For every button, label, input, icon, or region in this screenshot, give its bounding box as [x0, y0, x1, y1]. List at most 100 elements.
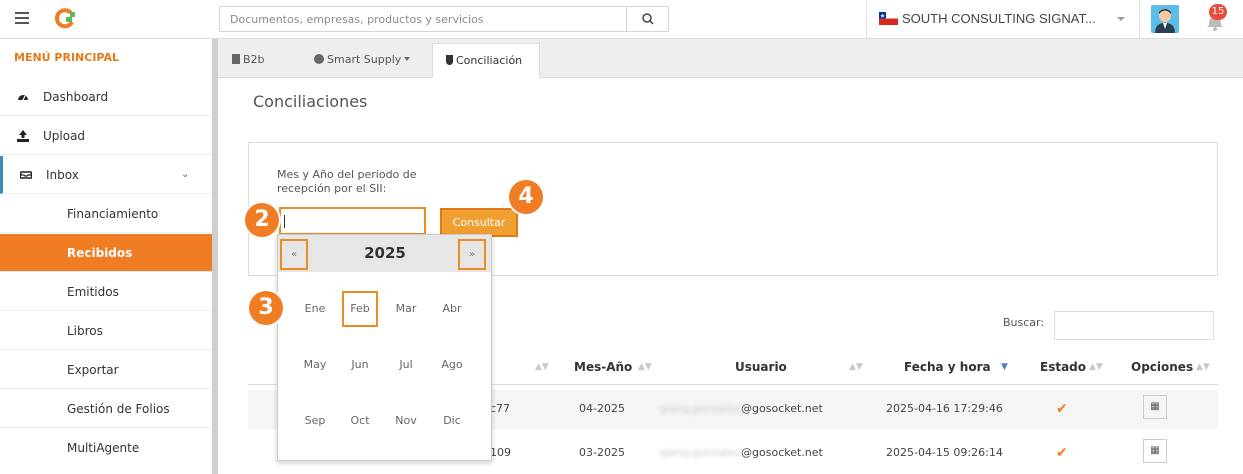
column-header-usuario[interactable]: Usuario: [735, 360, 787, 374]
table-icon: ▦: [1150, 445, 1160, 456]
check-icon: ✔: [1056, 445, 1068, 461]
text-cursor: [284, 215, 285, 228]
tab-bar: B2b Smart Supply Conciliación: [218, 39, 1243, 78]
caret-down-icon: [404, 57, 411, 61]
inbox-icon: [20, 171, 32, 179]
pie-chart-icon: [314, 54, 324, 64]
sort-icon[interactable]: ▲▼: [638, 362, 652, 372]
company-selector[interactable]: SOUTH CONSULTING SIGNAT...: [866, 0, 1140, 39]
cell-mes-anio: 03-2025: [579, 446, 625, 459]
column-header-fecha-hora[interactable]: Fecha y hora: [904, 360, 991, 374]
sidebar: MENÚ PRINCIPAL Dashboard Upload Inbox ⌄ …: [0, 39, 212, 474]
column-header-estado[interactable]: Estado: [1040, 360, 1086, 374]
dashboard-icon: [18, 95, 28, 101]
month-ago[interactable]: Ago: [434, 347, 470, 383]
sidebar-item-label: MultiAgente: [67, 441, 140, 455]
month-feb[interactable]: Feb: [342, 291, 378, 327]
consultar-button[interactable]: Consultar: [440, 208, 518, 237]
sidebar-item-financiamiento[interactable]: Financiamiento: [0, 195, 212, 233]
picker-year[interactable]: 2025: [352, 244, 418, 262]
table-search-input[interactable]: [1054, 311, 1214, 340]
sidebar-title: MENÚ PRINCIPAL: [14, 51, 119, 64]
step-marker-3: 3: [249, 291, 283, 325]
cell-fecha-hora: 2025-04-16 17:29:46: [886, 402, 1003, 415]
prev-year-button[interactable]: «: [280, 239, 308, 270]
sidebar-item-label: Dashboard: [43, 90, 109, 104]
sort-desc-icon[interactable]: ▼: [1001, 362, 1008, 372]
sort-icon[interactable]: ▲▼: [1196, 362, 1210, 372]
sidebar-item-label: Recibidos: [67, 246, 133, 260]
sidebar-item-emitidos[interactable]: Emitidos: [0, 273, 212, 311]
chevron-down-icon: ⌄: [181, 169, 190, 180]
notification-badge: 15: [1209, 4, 1227, 20]
tab-label: B2b: [243, 53, 265, 66]
user-avatar[interactable]: [1151, 5, 1179, 33]
page-title: Conciliaciones: [253, 92, 368, 111]
check-icon: ✔: [1056, 401, 1068, 417]
sidebar-item-multiagente[interactable]: MultiAgente: [0, 429, 212, 467]
sort-icon[interactable]: ▲▼: [1089, 362, 1103, 372]
month-nov[interactable]: Nov: [388, 403, 424, 439]
search-icon: [642, 13, 654, 25]
tab-conciliacion[interactable]: Conciliación: [432, 43, 540, 78]
sidebar-item-inbox[interactable]: Inbox ⌄: [0, 156, 212, 194]
sidebar-item-gestion-de-folios[interactable]: Gestión de Folios: [0, 390, 212, 428]
app-logo[interactable]: [54, 8, 76, 30]
month-sep[interactable]: Sep: [297, 403, 333, 439]
chile-flag-icon: [879, 12, 898, 25]
sidebar-item-label: Exportar: [67, 363, 119, 377]
sidebar-item-exportar[interactable]: Exportar: [0, 351, 212, 389]
sidebar-item-label: Libros: [67, 324, 103, 338]
sidebar-item-upload[interactable]: Upload: [0, 117, 212, 155]
shield-icon: [446, 55, 453, 65]
sidebar-item-label: Emitidos: [67, 285, 119, 299]
sidebar-item-dashboard[interactable]: Dashboard: [0, 78, 212, 116]
month-oct[interactable]: Oct: [342, 403, 378, 439]
tab-label: Smart Supply: [327, 53, 402, 66]
tab-label: Conciliación: [456, 54, 523, 67]
hamburger-menu-icon[interactable]: [15, 12, 29, 24]
top-bar: Documentos, empresas, productos y servic…: [0, 0, 1243, 39]
month-picker-header: « 2025 »: [278, 235, 491, 272]
month-may[interactable]: May: [297, 347, 333, 383]
main-content: B2b Smart Supply Conciliación Conciliaci…: [218, 39, 1243, 474]
company-name: SOUTH CONSULTING SIGNAT...: [902, 11, 1096, 26]
file-icon: [232, 54, 240, 64]
cell-usuario: gleny.gonzalez@gosocket.net: [660, 446, 823, 459]
cell-usuario: gleny.gonzalez@gosocket.net: [660, 402, 823, 415]
step-marker-2: 2: [245, 203, 279, 237]
column-header-mes-anio[interactable]: Mes-Año: [574, 360, 632, 374]
table-icon: ▦: [1150, 401, 1160, 412]
next-year-button[interactable]: »: [458, 239, 486, 270]
options-button[interactable]: ▦: [1143, 439, 1167, 463]
sidebar-item-label: Financiamiento: [67, 207, 159, 221]
tab-smart-supply[interactable]: Smart Supply: [314, 43, 424, 78]
sort-icon[interactable]: ▲▼: [535, 362, 549, 372]
month-jul[interactable]: Jul: [388, 347, 424, 383]
month-jun[interactable]: Jun: [342, 347, 378, 383]
global-search-input[interactable]: Documentos, empresas, productos y servic…: [219, 6, 669, 32]
column-header-opciones[interactable]: Opciones: [1131, 360, 1193, 374]
month-ene[interactable]: Ene: [297, 291, 333, 327]
table-search-label: Buscar:: [1003, 316, 1045, 329]
tab-b2b[interactable]: B2b: [232, 43, 292, 78]
month-mar[interactable]: Mar: [388, 291, 424, 327]
month-abr[interactable]: Abr: [434, 291, 470, 327]
options-button[interactable]: ▦: [1143, 395, 1167, 419]
cell-mes-anio: 04-2025: [579, 402, 625, 415]
sidebar-item-recibidos[interactable]: Recibidos: [0, 234, 212, 272]
chevron-down-icon: [1117, 17, 1125, 21]
sidebar-item-label: Inbox: [46, 168, 79, 182]
cell-id: 109: [490, 446, 511, 459]
period-label: Mes y Año del periodo de recepción por e…: [277, 168, 417, 195]
sort-icon[interactable]: ▲▼: [849, 362, 863, 372]
upload-icon: [17, 130, 29, 142]
search-placeholder: Documentos, empresas, productos y servic…: [230, 13, 484, 26]
month-dic[interactable]: Dic: [434, 403, 470, 439]
step-marker-4: 4: [509, 180, 543, 214]
period-input[interactable]: [279, 207, 426, 235]
cell-fecha-hora: 2025-04-15 09:26:14: [886, 446, 1003, 459]
search-button[interactable]: [626, 7, 668, 31]
sidebar-item-label: Gestión de Folios: [67, 402, 170, 416]
sidebar-item-libros[interactable]: Libros: [0, 312, 212, 350]
